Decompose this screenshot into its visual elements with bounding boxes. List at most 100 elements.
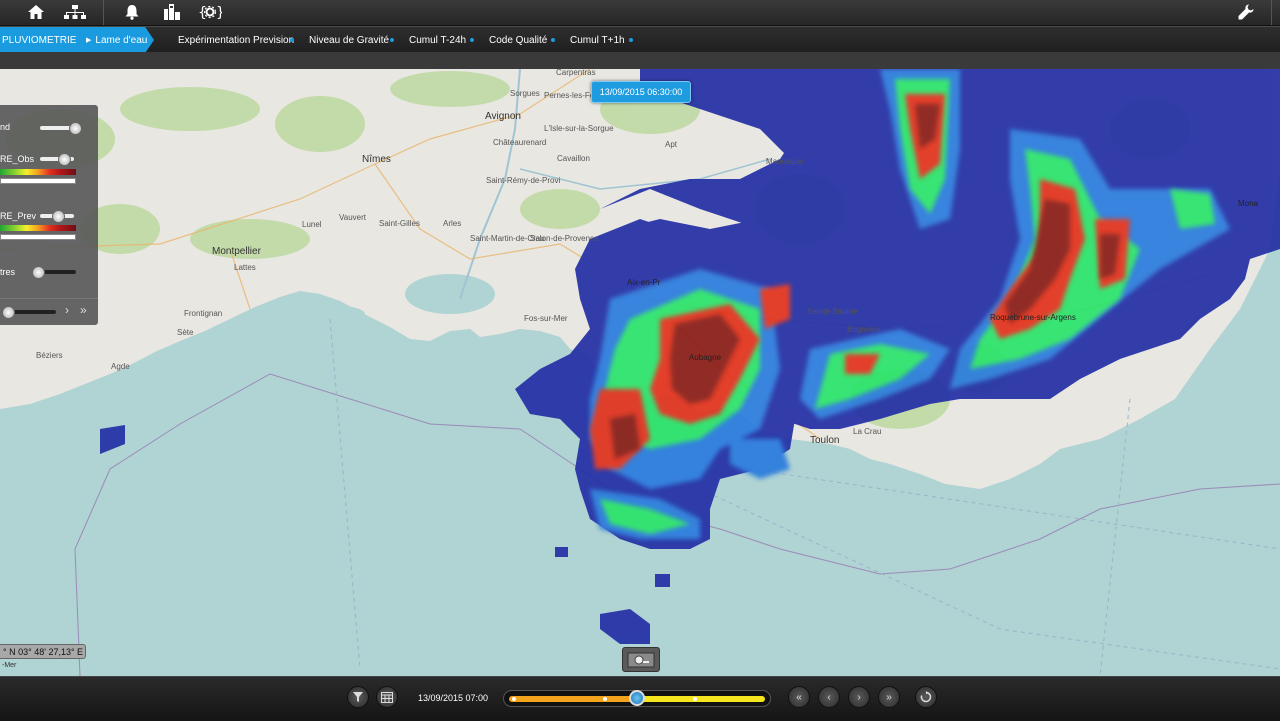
timeline-future-fill [633, 696, 765, 702]
layer-label: tres [0, 267, 16, 277]
coordinate-text: ° N 03° 48' 27,13° E [3, 646, 84, 657]
map-attribution: -Mer [2, 662, 17, 669]
tab-label: Code Qualité [489, 34, 548, 46]
breadcrumb-pluviometrie[interactable]: PLUVIOMETRIE [0, 27, 82, 53]
place-label: Montpellier [212, 246, 262, 257]
timeline-slider[interactable] [503, 690, 771, 707]
place-label: Lattes [234, 263, 256, 272]
slider-knob[interactable] [52, 210, 65, 223]
place-label: Béziers [36, 351, 63, 360]
tab-separator-dot [390, 38, 394, 42]
tab-cumul-t-24h[interactable]: Cumul T-24h [409, 27, 466, 53]
sub-toolbar [0, 52, 1280, 70]
place-label: Agde [111, 362, 130, 371]
tab-cumul-t-1h[interactable]: Cumul T+1h [570, 27, 625, 53]
panel-next-button[interactable]: › [65, 303, 69, 317]
breadcrumb-arrow-icon: ▶ [86, 37, 92, 44]
next-button[interactable]: › [848, 686, 870, 708]
etang-de-berre [405, 274, 495, 314]
home-icon[interactable] [26, 1, 46, 23]
shipping-lane [1099, 398, 1131, 676]
place-label: Sorgues [510, 89, 540, 98]
layer-label: RE_Obs [0, 154, 35, 164]
place-label: Saint-Gilles [379, 219, 420, 228]
breadcrumb-label: PLUVIOMETRIE [2, 34, 77, 46]
tab-label: Expérimentation Prevision [178, 34, 295, 46]
filter-button[interactable] [347, 686, 369, 708]
rain-color-legend [0, 169, 76, 175]
tab-niveau-de-gravite[interactable]: Niveau de Gravité [309, 27, 389, 53]
wrench-icon[interactable] [1236, 1, 1256, 23]
forest-patch [520, 189, 600, 229]
place-label: Toulon [810, 435, 839, 446]
place-label: Apt [665, 140, 678, 149]
tab-label: Cumul T+1h [570, 34, 625, 46]
place-label: Aubagne [689, 353, 722, 362]
calendar-button[interactable] [376, 686, 398, 708]
sitemap-icon[interactable] [63, 1, 87, 23]
zoom-box-button[interactable] [622, 647, 660, 672]
toolbar-separator [1271, 0, 1272, 25]
layer-label: RE_Prev [0, 211, 37, 221]
shipping-lane [749, 468, 1280, 550]
panel-time-slider[interactable] [2, 306, 56, 319]
forest-patch [275, 96, 365, 152]
refresh-button[interactable] [915, 686, 937, 708]
place-label: La Crau [853, 427, 881, 436]
layer-control-panel: nd RE_Obs RE_Prev tres › » [0, 105, 98, 325]
magnifier-icon [627, 652, 655, 667]
breadcrumb-lame-deau[interactable]: ▶ Lame d'eau [80, 27, 154, 53]
settings-brackets-icon[interactable]: {} [197, 1, 223, 23]
place-label: Cavaillon [557, 154, 590, 163]
filter-icon [353, 692, 363, 702]
last-button[interactable]: » [878, 686, 900, 708]
panel-last-button[interactable]: » [80, 303, 87, 317]
slider-knob[interactable] [2, 306, 15, 319]
timestamp-text: 13/09/2015 06:30:00 [599, 87, 683, 97]
current-time-label: 13/09/2015 07:00 [418, 693, 489, 703]
timeline-step[interactable] [693, 697, 697, 701]
place-label: Châteaurenard [493, 138, 546, 147]
timeline-step[interactable] [603, 697, 607, 701]
tab-code-qualite[interactable]: Code Qualité [489, 27, 547, 53]
slider-knob[interactable] [69, 122, 82, 135]
timeline-past-fill [509, 696, 633, 702]
slider-knob[interactable] [32, 266, 45, 279]
slider-knob[interactable] [58, 153, 71, 166]
first-icon: « [796, 691, 802, 703]
layer-opacity-slider[interactable] [32, 266, 76, 279]
timeline-knob[interactable] [629, 690, 645, 706]
tab-separator-dot [290, 38, 294, 42]
place-label: Vauvert [339, 213, 367, 222]
rain-cell-low [600, 609, 650, 644]
layer-opacity-slider[interactable] [40, 210, 74, 223]
tab-experimentation-prevision[interactable]: Expérimentation Prevision [178, 27, 294, 53]
bell-icon[interactable] [122, 1, 142, 23]
last-icon: » [886, 691, 892, 703]
place-label: Sète [177, 328, 194, 337]
tab-separator-dot [470, 38, 474, 42]
rain-color-legend [0, 225, 76, 231]
layer-opacity-slider[interactable] [40, 153, 74, 166]
coordinate-readout: ° N 03° 48' 27,13° E [0, 644, 86, 659]
place-label: Aix-en-Pr [627, 278, 661, 287]
layer-opacity-slider[interactable] [40, 122, 82, 135]
place-label: Mona [1238, 199, 1259, 208]
place-label: Avignon [485, 111, 521, 122]
rain-cell-low [655, 574, 670, 587]
forest-patch [390, 71, 510, 107]
timeline-step[interactable] [512, 697, 516, 701]
place-label: Salon-de-Provence [530, 234, 599, 243]
radar-map[interactable]: Carpentras Avignon Sorgues Pernes-les-Fo… [0, 69, 1280, 676]
tab-label: Niveau de Gravité [309, 34, 390, 46]
tab-label: Cumul T-24h [409, 34, 467, 46]
camargue-lagoon [315, 306, 365, 322]
place-label: Arles [443, 219, 461, 228]
prev-button[interactable]: ‹ [818, 686, 840, 708]
place-label: Frontignan [184, 309, 222, 318]
prev-icon: ‹ [827, 691, 831, 703]
first-button[interactable]: « [788, 686, 810, 708]
place-label: Carpentras [556, 69, 596, 77]
report-icon[interactable] [162, 1, 182, 23]
panel-divider [0, 298, 98, 299]
